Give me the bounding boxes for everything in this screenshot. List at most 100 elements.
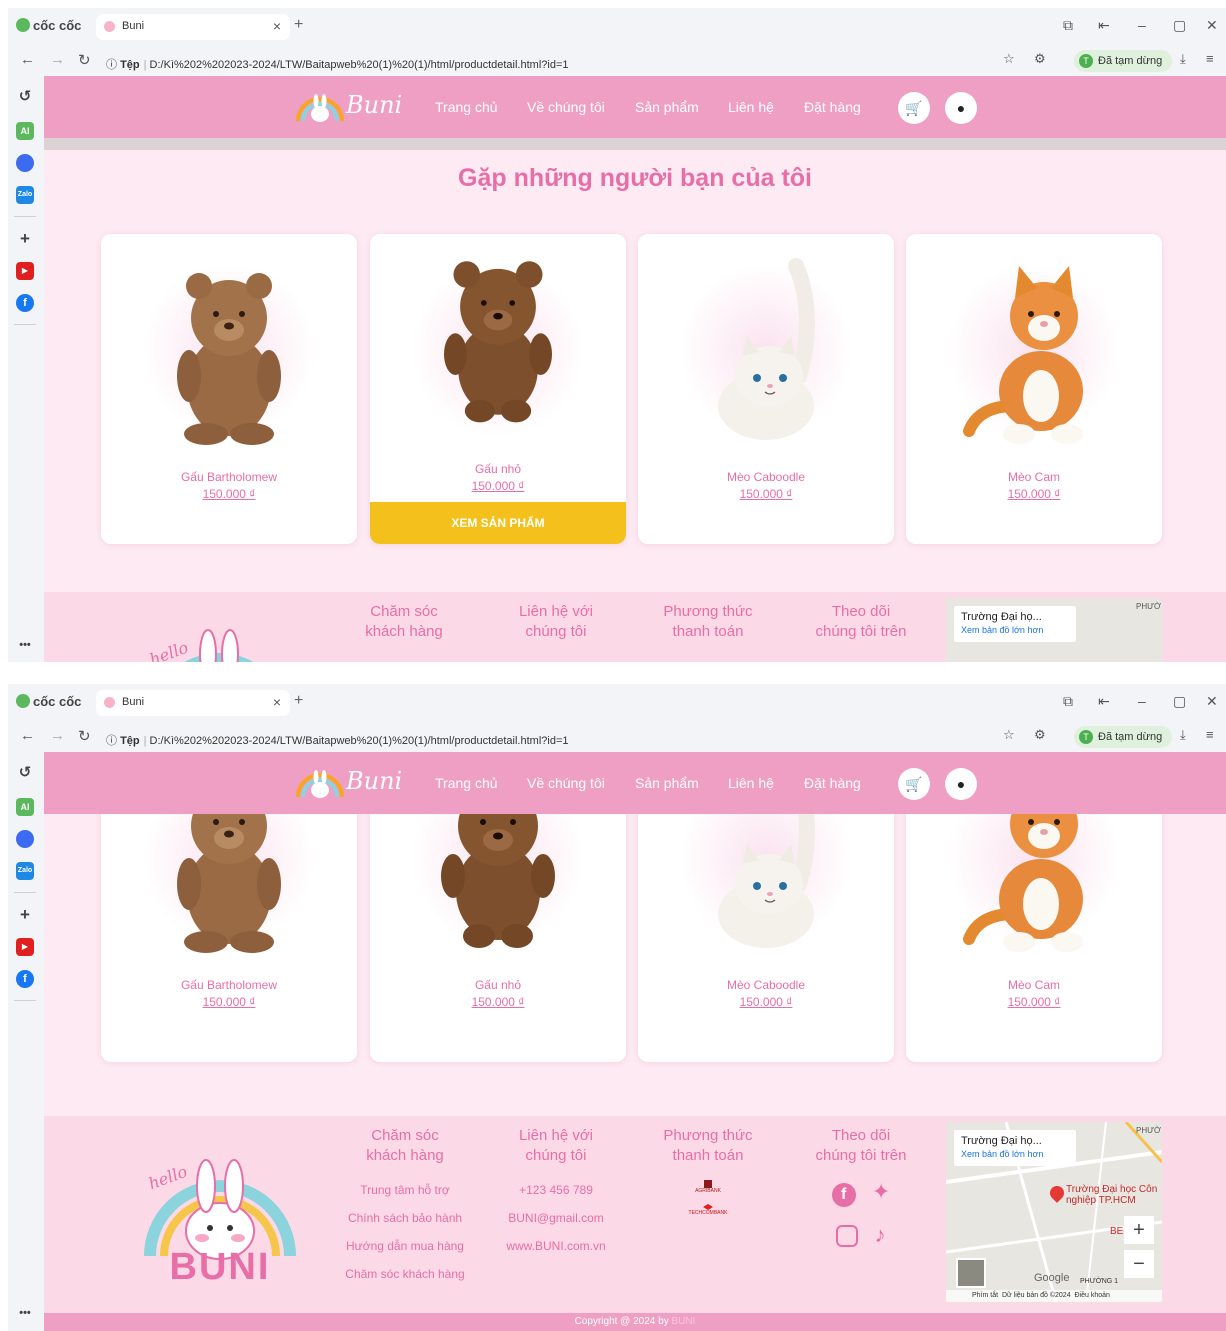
footer-link-buying-guide[interactable]: Hướng dẫn mua hàng: [340, 1236, 470, 1256]
add-app-icon[interactable]: +: [16, 906, 34, 924]
profile-status-button[interactable]: T Đã tạm dừng: [1074, 726, 1173, 748]
zalo-icon[interactable]: Zalo: [16, 186, 34, 204]
minimize-icon[interactable]: –: [1138, 17, 1146, 33]
download-icon[interactable]: ⤓: [1180, 727, 1186, 743]
product-name[interactable]: Mèo Caboodle: [638, 470, 894, 484]
facebook-sidebar-icon[interactable]: f: [16, 294, 34, 312]
more-icon[interactable]: •••: [16, 1304, 34, 1322]
ai-icon[interactable]: AI: [16, 122, 34, 140]
product-name[interactable]: Gấu Bartholomew: [101, 978, 357, 992]
map-shortcuts-link[interactable]: Phím tắt: [972, 1292, 998, 1299]
map-zoom-in-button[interactable]: +: [1124, 1216, 1154, 1244]
google-map-embed[interactable]: Trường Đại họ... Xem bản đồ lớn hơn PHƯỜ…: [946, 1122, 1162, 1302]
product-name[interactable]: Gấu nhỏ: [370, 462, 626, 476]
site-logo[interactable]: Buni: [294, 765, 402, 799]
cart-button[interactable]: 🛒: [898, 768, 930, 800]
forward-icon[interactable]: →: [50, 51, 65, 68]
browser-brand[interactable]: cốc cốc: [16, 18, 81, 33]
view-product-button[interactable]: XEM SẢN PHẨM: [370, 502, 626, 544]
menu-icon[interactable]: ≡: [1206, 51, 1214, 66]
google-map-embed[interactable]: Trường Đại họ... Xem bản đồ lớn hơn PHƯỜ: [946, 598, 1162, 662]
close-window-icon[interactable]: ✕: [1206, 693, 1218, 710]
facebook-sidebar-icon[interactable]: f: [16, 970, 34, 988]
maximize-icon[interactable]: ▢: [1173, 693, 1186, 710]
history-icon[interactable]: ↺: [16, 88, 34, 106]
browser-tab[interactable]: Buni ×: [96, 14, 290, 40]
footer-link-warranty[interactable]: Chính sách bảo hành: [340, 1208, 470, 1228]
close-tab-icon[interactable]: ×: [273, 694, 281, 710]
close-tab-icon[interactable]: ×: [273, 18, 281, 34]
product-name[interactable]: Mèo Cam: [906, 470, 1162, 484]
extensions-icon[interactable]: ⚙: [1034, 51, 1046, 67]
map-terms-link[interactable]: Điều khoản: [1074, 1292, 1109, 1299]
download-icon[interactable]: ⤓: [1180, 51, 1186, 67]
product-card[interactable]: Gấu Bartholomew 150.000 ₫: [101, 234, 357, 544]
more-icon[interactable]: •••: [16, 636, 34, 654]
bookmark-star-icon[interactable]: ☆: [1003, 51, 1015, 67]
new-tab-icon[interactable]: +: [294, 16, 303, 34]
minimize-icon[interactable]: –: [1138, 693, 1146, 709]
site-logo[interactable]: Buni: [294, 89, 402, 123]
url-field[interactable]: ⓘ Tệp | D:/Kì%202%202023-2024/LTW/Baitapw…: [106, 51, 1066, 73]
nav-link-contact[interactable]: Liên hệ: [728, 775, 774, 791]
menu-icon[interactable]: ≡: [1206, 727, 1214, 742]
browser-brand[interactable]: cốc cốc: [16, 694, 81, 709]
back-icon[interactable]: ←: [20, 51, 35, 68]
ai-icon[interactable]: AI: [16, 798, 34, 816]
sidebar-toggle-icon[interactable]: ⇤: [1098, 693, 1110, 710]
youtube-icon[interactable]: ▶: [16, 262, 34, 280]
maximize-icon[interactable]: ▢: [1173, 17, 1186, 34]
nav-link-home[interactable]: Trang chủ: [435, 99, 498, 115]
user-button[interactable]: ●: [945, 768, 977, 800]
nav-link-products[interactable]: Sản phẩm: [635, 99, 699, 115]
cart-button[interactable]: 🛒: [898, 92, 930, 124]
nav-link-order[interactable]: Đặt hàng: [804, 775, 861, 791]
screenshot-icon[interactable]: ⧉: [1063, 17, 1073, 34]
profile-status-button[interactable]: T Đã tạm dừng: [1074, 50, 1173, 72]
product-name[interactable]: Gấu nhỏ: [370, 978, 626, 992]
extensions-icon[interactable]: ⚙: [1034, 727, 1046, 743]
url-field[interactable]: ⓘ Tệp | D:/Kì%202%202023-2024/LTW/Baitapw…: [106, 727, 1066, 749]
view-larger-map-link[interactable]: Xem bản đồ lớn hơn: [961, 1149, 1069, 1159]
product-card[interactable]: Mèo Cam 150.000 ₫: [906, 234, 1162, 544]
nav-link-order[interactable]: Đặt hàng: [804, 99, 861, 115]
forward-icon[interactable]: →: [50, 727, 65, 744]
user-button[interactable]: ●: [945, 92, 977, 124]
product-name[interactable]: Mèo Cam: [906, 978, 1162, 992]
footer-link-customer-care[interactable]: Chăm sóc khách hàng: [340, 1264, 470, 1284]
back-icon[interactable]: ←: [20, 727, 35, 744]
instagram-icon[interactable]: [836, 1225, 859, 1248]
product-card-hovered[interactable]: Gấu nhỏ 150.000 ₫ XEM SẢN PHẨM: [370, 234, 626, 544]
bookmark-star-icon[interactable]: ☆: [1003, 727, 1015, 743]
nav-link-contact[interactable]: Liên hệ: [728, 99, 774, 115]
footer-email[interactable]: BUNI@gmail.com: [496, 1208, 616, 1228]
nav-link-about[interactable]: Về chúng tôi: [527, 99, 605, 115]
view-larger-map-link[interactable]: Xem bản đồ lớn hơn: [961, 625, 1069, 635]
zalo-icon[interactable]: Zalo: [16, 862, 34, 880]
new-tab-icon[interactable]: +: [294, 692, 303, 710]
messenger-icon[interactable]: [16, 830, 34, 848]
screenshot-icon[interactable]: ⧉: [1063, 693, 1073, 710]
nav-link-about[interactable]: Về chúng tôi: [527, 775, 605, 791]
twitter-icon[interactable]: ✦: [872, 1179, 890, 1204]
reload-icon[interactable]: ↻: [78, 51, 91, 69]
sidebar-toggle-icon[interactable]: ⇤: [1098, 17, 1110, 34]
nav-link-home[interactable]: Trang chủ: [435, 775, 498, 791]
facebook-icon[interactable]: f: [831, 1183, 856, 1207]
messenger-icon[interactable]: [16, 154, 34, 172]
youtube-icon[interactable]: ▶: [16, 938, 34, 956]
history-icon[interactable]: ↺: [16, 764, 34, 782]
product-name[interactable]: Mèo Caboodle: [638, 978, 894, 992]
reload-icon[interactable]: ↻: [78, 727, 91, 745]
add-app-icon[interactable]: +: [16, 230, 34, 248]
product-name[interactable]: Gấu Bartholomew: [101, 470, 357, 484]
map-zoom-out-button[interactable]: −: [1124, 1250, 1154, 1278]
nav-link-products[interactable]: Sản phẩm: [635, 775, 699, 791]
close-window-icon[interactable]: ✕: [1206, 17, 1218, 34]
product-card[interactable]: Mèo Caboodle 150.000 ₫: [638, 234, 894, 544]
footer-website[interactable]: www.BUNI.com.vn: [496, 1236, 616, 1256]
browser-tab[interactable]: Buni ×: [96, 690, 290, 716]
tiktok-icon[interactable]: ♪: [875, 1222, 886, 1247]
footer-phone[interactable]: +123 456 789: [496, 1180, 616, 1200]
map-satellite-toggle[interactable]: [956, 1258, 986, 1288]
